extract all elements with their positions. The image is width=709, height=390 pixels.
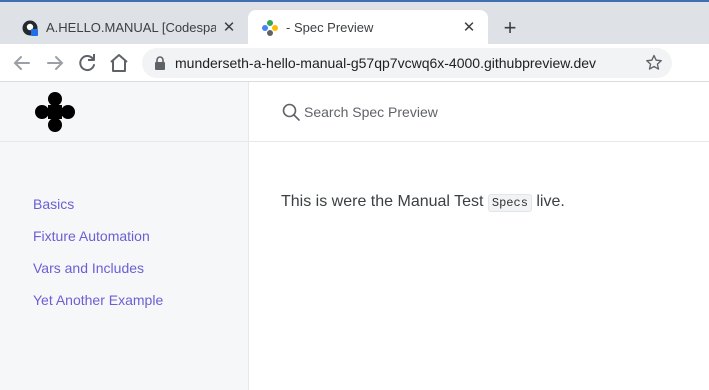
github-codespaces-icon (22, 20, 38, 36)
tab-close-icon[interactable]: ✕ (460, 19, 478, 37)
logo-icon[interactable] (33, 90, 77, 134)
tab-title: - Spec Preview (286, 20, 374, 35)
sidebar-item-vars-and-includes[interactable]: Vars and Includes (33, 259, 163, 291)
home-icon[interactable] (107, 51, 131, 75)
search-icon (282, 103, 300, 121)
new-tab-button[interactable]: + (498, 16, 522, 40)
page: Basics Fixture Automation Vars and Inclu… (0, 82, 709, 390)
forward-icon[interactable] (43, 51, 67, 75)
sidebar-item-basics[interactable]: Basics (33, 195, 163, 227)
main-content: This is were the Manual Test Specs live. (249, 82, 709, 390)
search-bar (249, 82, 709, 142)
tab-codespaces[interactable]: A.HELLO.MANUAL [Codespaces] ✕ (8, 10, 248, 46)
sidebar-item-fixture-automation[interactable]: Fixture Automation (33, 227, 163, 259)
tab-close-icon[interactable]: ✕ (220, 19, 238, 37)
sidebar: Basics Fixture Automation Vars and Inclu… (0, 82, 249, 390)
logo-area (0, 82, 248, 142)
body-text-start: This is were the Manual Test (281, 193, 488, 210)
tab-spec-preview[interactable]: - Spec Preview ✕ (248, 10, 488, 46)
sidebar-nav: Basics Fixture Automation Vars and Inclu… (33, 195, 163, 323)
reload-icon[interactable] (75, 51, 99, 75)
page-body-text: This is were the Manual Test Specs live. (281, 193, 565, 212)
tab-strip: A.HELLO.MANUAL [Codespaces] ✕ - Spec Pre… (0, 0, 709, 46)
body-text-end: live. (531, 193, 565, 210)
star-icon[interactable] (644, 53, 664, 73)
inline-code: Specs (487, 194, 532, 212)
spec-preview-favicon-icon (262, 20, 278, 36)
lock-icon[interactable] (154, 56, 166, 70)
address-bar[interactable]: munderseth-a-hello-manual-g57qp7vcwq6x-4… (142, 48, 672, 78)
tab-title: A.HELLO.MANUAL [Codespaces] (46, 20, 216, 35)
url-text[interactable]: munderseth-a-hello-manual-g57qp7vcwq6x-4… (175, 55, 596, 71)
search-input[interactable] (304, 102, 604, 122)
browser-toolbar: munderseth-a-hello-manual-g57qp7vcwq6x-4… (0, 44, 709, 116)
sidebar-item-yet-another-example[interactable]: Yet Another Example (33, 291, 163, 323)
back-icon[interactable] (10, 51, 34, 75)
